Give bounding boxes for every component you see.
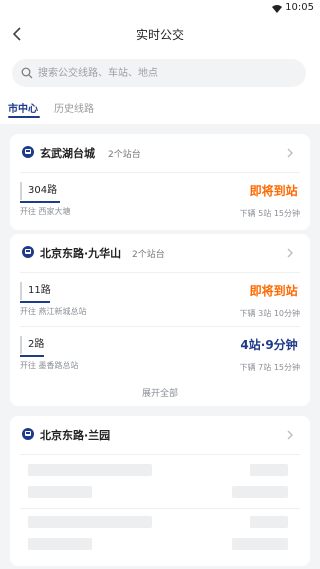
route-direction: 开往 墨香路总站 — [20, 361, 79, 370]
chevron-right-icon[interactable] — [286, 430, 294, 440]
route-status: 4站·9分钟◜ — [240, 336, 300, 353]
route-line-label: 304路 — [20, 182, 60, 203]
loading-skeleton — [28, 486, 92, 498]
route-line-bar — [20, 336, 22, 354]
loading-skeleton — [232, 486, 288, 498]
tab-city-center[interactable]: 市中心 — [8, 100, 38, 115]
route-row[interactable]: 2路 开往 墨香路总站 4站·9分钟◜ 下辆 7站 15分钟 — [20, 330, 300, 380]
route-status-text: 4站·9分钟 — [240, 338, 298, 352]
signal-icon: ◜ — [297, 285, 300, 292]
stop-list: 玄武湖台城 2个站台 304路 开往 西家大塘 即将到站◜ 下辆 5站 15分钟… — [0, 124, 320, 569]
bus-icon — [22, 246, 34, 258]
loading-skeleton — [28, 516, 152, 528]
route-line-label: 2路 — [20, 336, 45, 357]
route-line-underline — [20, 355, 44, 357]
stop-platform-count: 2个站台 — [132, 250, 165, 260]
divider — [20, 272, 300, 273]
stop-card[interactable]: 北京东路·九华山 2个站台 11路 开往 燕江新城总站 即将到站◜ 下辆 3站 … — [10, 234, 310, 406]
loading-skeleton — [28, 538, 92, 550]
bus-icon — [22, 428, 34, 440]
stop-card-header[interactable]: 北京东路·九华山 2个站台 — [10, 234, 310, 272]
loading-skeleton — [250, 464, 288, 476]
chevron-right-icon[interactable] — [286, 148, 294, 158]
search-bar-container — [0, 52, 320, 94]
divider — [20, 508, 300, 509]
route-line-bar — [20, 182, 22, 200]
chevron-right-icon[interactable] — [286, 248, 294, 258]
route-line-label: 11路 — [20, 282, 51, 303]
signal-icon: ◜ — [297, 185, 300, 192]
search-bar[interactable] — [12, 59, 306, 87]
route-line-underline — [20, 201, 60, 203]
wifi-icon — [272, 5, 282, 13]
route-row[interactable]: 11路 开往 燕江新城总站 即将到站◜ 下辆 3站 10分钟 — [20, 276, 300, 326]
divider — [20, 454, 300, 455]
route-direction: 开往 西家大塘 — [20, 207, 71, 216]
route-next-bus: 下辆 7站 15分钟 — [239, 363, 300, 372]
navbar: 实时公交 — [0, 18, 320, 52]
status-time: 10:05 — [285, 2, 314, 13]
page-title: 实时公交 — [135, 28, 184, 42]
route-next-bus: 下辆 3站 10分钟 — [239, 309, 300, 318]
stop-name: 北京东路·兰园 — [40, 429, 111, 442]
loading-skeleton — [232, 538, 288, 550]
stop-card-header[interactable]: 北京东路·兰园 — [10, 416, 310, 454]
route-status: 即将到站◜ — [250, 282, 300, 299]
active-tab-indicator — [8, 116, 40, 118]
tab-bar: 市中心 历史线路 — [0, 94, 320, 124]
bus-icon — [22, 146, 34, 158]
status-bar: 10:05 — [0, 0, 320, 18]
search-icon — [21, 67, 33, 79]
stop-card[interactable]: 玄武湖台城 2个站台 304路 开往 西家大塘 即将到站◜ 下辆 5站 15分钟 — [10, 134, 310, 230]
route-line-text: 11路 — [28, 285, 51, 296]
stop-name: 玄武湖台城 — [40, 147, 95, 160]
route-next-bus: 下辆 5站 15分钟 — [239, 209, 300, 218]
stop-card-header[interactable]: 玄武湖台城 2个站台 — [10, 134, 310, 172]
route-line-text: 2路 — [28, 339, 45, 350]
tab-history-routes[interactable]: 历史线路 — [54, 100, 94, 115]
stop-platform-count: 2个站台 — [108, 150, 141, 160]
loading-skeleton — [250, 516, 288, 528]
route-status-text: 即将到站 — [249, 284, 298, 298]
route-status: 即将到站◜ — [250, 182, 300, 199]
search-input[interactable] — [38, 59, 288, 87]
stop-card[interactable]: 北京东路·兰园 — [10, 416, 310, 566]
divider — [20, 172, 300, 173]
signal-icon: ◜ — [297, 339, 300, 346]
loading-skeleton — [28, 464, 152, 476]
route-line-underline — [20, 301, 50, 303]
route-status-text: 即将到站 — [249, 184, 298, 198]
stop-name: 北京东路·九华山 — [40, 247, 122, 260]
expand-all-button[interactable]: 展开全部 — [10, 386, 310, 399]
divider — [20, 326, 300, 327]
route-direction: 开往 燕江新城总站 — [20, 307, 87, 316]
route-line-bar — [20, 282, 22, 300]
route-line-text: 304路 — [28, 185, 58, 196]
route-row[interactable]: 304路 开往 西家大塘 即将到站◜ 下辆 5站 15分钟 — [20, 176, 300, 226]
